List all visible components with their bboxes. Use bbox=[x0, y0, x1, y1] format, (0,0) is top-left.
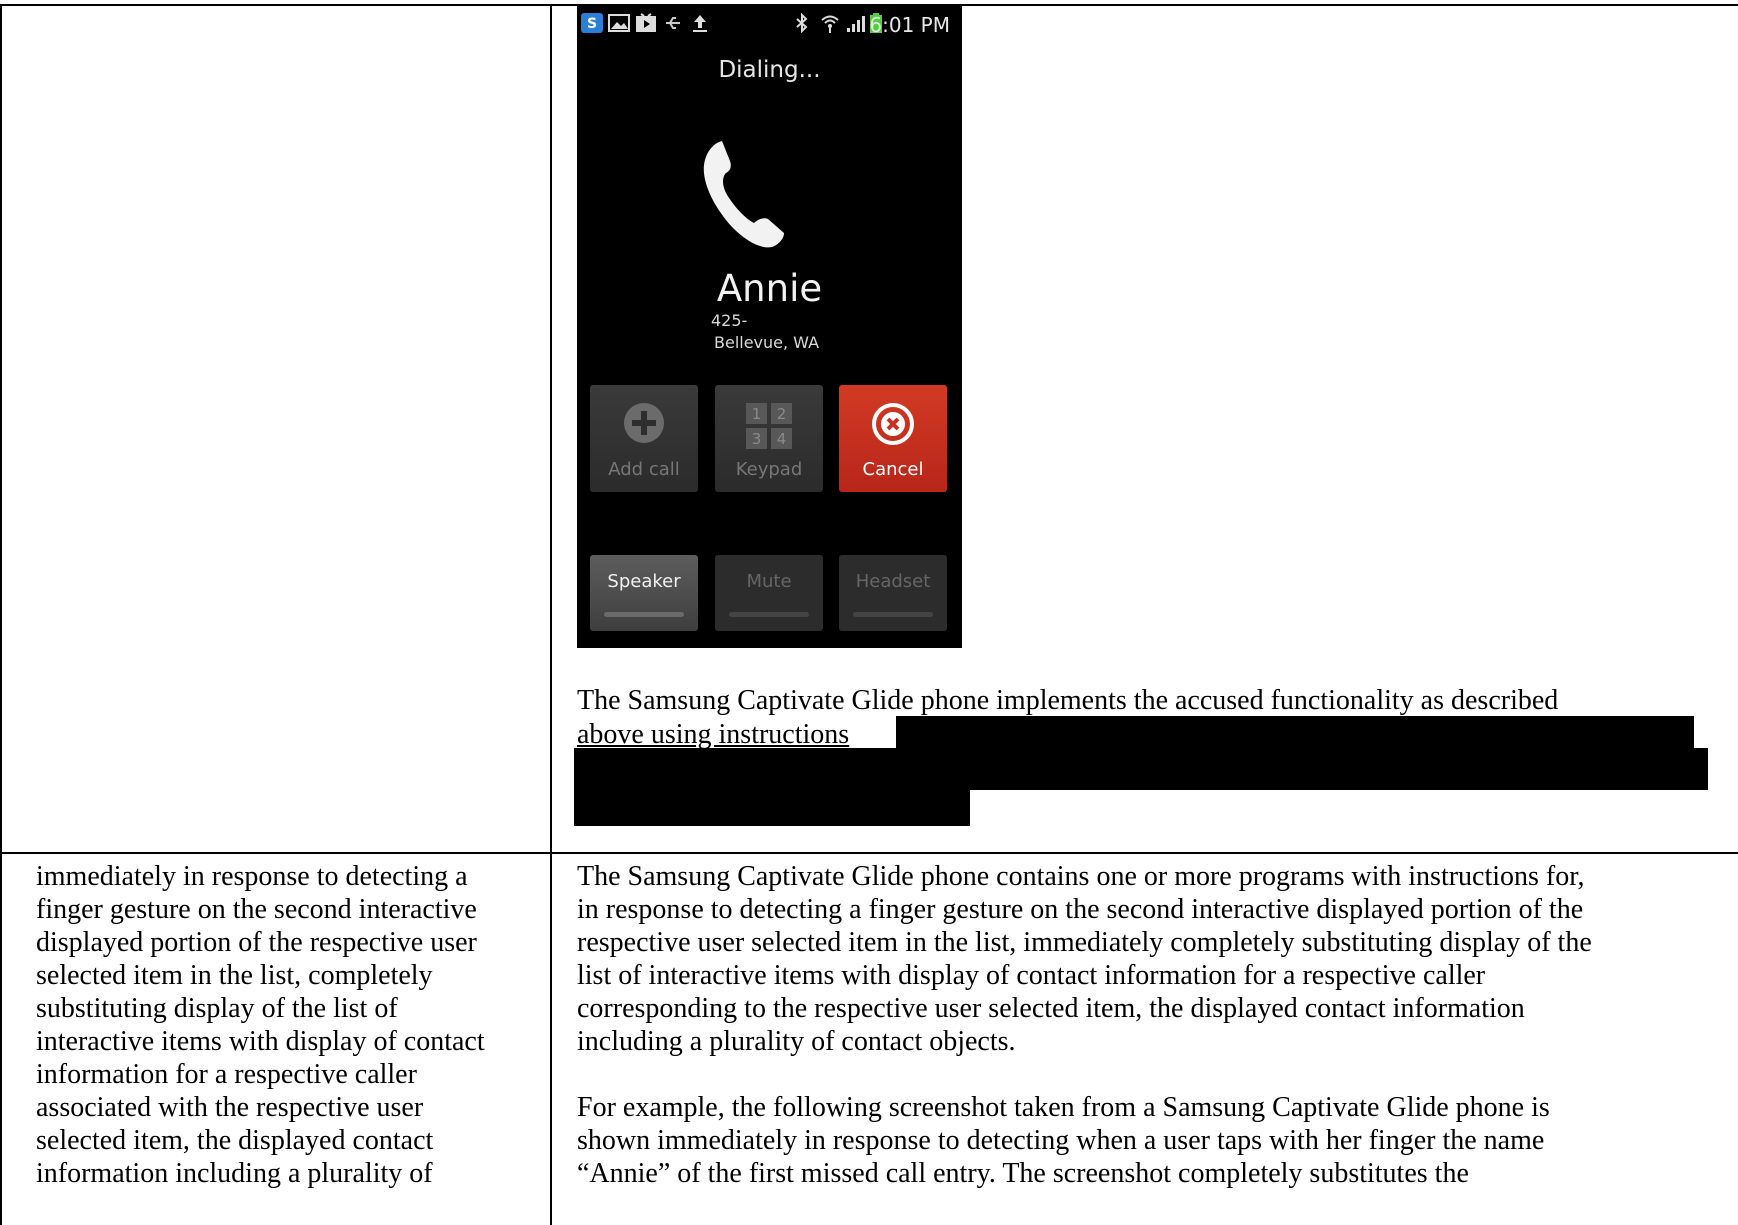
keypad-digit: 1 bbox=[752, 405, 762, 423]
explanation-line: “Annie” of the first missed call entry. … bbox=[577, 1158, 1469, 1189]
gallery-icon bbox=[608, 14, 630, 32]
add-icon bbox=[624, 403, 664, 443]
bluetooth-icon bbox=[796, 13, 808, 33]
explanation-line: including a plurality of contact objects… bbox=[577, 1026, 1016, 1057]
explanation-line: shown immediately in response to detecti… bbox=[577, 1125, 1545, 1156]
wifi-icon bbox=[821, 15, 839, 33]
keypad-button[interactable]: 1 2 3 4 Keypad bbox=[715, 385, 823, 492]
claim-line: immediately in response to detecting a bbox=[36, 861, 468, 892]
claim-line: substituting display of the list of bbox=[36, 993, 398, 1024]
add-call-button[interactable]: Add call bbox=[590, 385, 698, 492]
claim-line: interactive items with display of contac… bbox=[36, 1026, 485, 1057]
row-divider bbox=[0, 852, 1738, 854]
explanation-line: in response to detecting a finger gestur… bbox=[577, 894, 1584, 925]
claim-text: immediately in response to detecting a f… bbox=[36, 860, 485, 1190]
mute-indicator bbox=[729, 612, 809, 617]
caller-number: 425- bbox=[711, 311, 748, 330]
description-line: The Samsung Captivate Glide phone implem… bbox=[577, 685, 1559, 716]
mute-label: Mute bbox=[746, 571, 792, 592]
upload-icon bbox=[693, 15, 707, 32]
caller-name: Annie bbox=[716, 267, 823, 310]
claim-line: selected item in the list, completely bbox=[36, 960, 433, 991]
keypad-digit: 2 bbox=[777, 405, 787, 423]
keypad-digit: 3 bbox=[752, 430, 762, 448]
speaker-toggle[interactable]: Speaker bbox=[590, 555, 698, 631]
infringement-explanation: The Samsung Captivate Glide phone contai… bbox=[577, 860, 1592, 1190]
table-border-left bbox=[0, 4, 2, 1225]
close-circle-icon bbox=[872, 403, 914, 445]
explanation-line: respective user selected item in the lis… bbox=[577, 927, 1592, 958]
claim-line: displayed portion of the respective user bbox=[36, 927, 477, 958]
svg-text:S: S bbox=[587, 16, 597, 32]
claim-line: selected item, the displayed contact bbox=[36, 1125, 434, 1156]
caller-location: Bellevue, WA bbox=[714, 333, 820, 352]
explanation-line: For example, the following screenshot ta… bbox=[577, 1092, 1550, 1123]
status-time: 6:01 PM bbox=[869, 13, 950, 37]
claim-line: information for a respective caller bbox=[36, 1059, 417, 1090]
headset-toggle[interactable]: Headset bbox=[839, 555, 947, 631]
speaker-label: Speaker bbox=[607, 571, 681, 592]
play-store-icon bbox=[636, 13, 656, 32]
cancel-call-button[interactable]: Cancel bbox=[839, 385, 947, 492]
description-line: above using instructions bbox=[577, 719, 850, 750]
column-divider bbox=[550, 4, 552, 1225]
claim-line: finger gesture on the second interactive bbox=[36, 894, 477, 925]
headset-label: Headset bbox=[855, 571, 931, 592]
signal-icon bbox=[847, 16, 865, 32]
phone-screenshot: S 6:01 PM Dialing... Annie 425- Bellevue… bbox=[577, 5, 962, 648]
keypad-label: Keypad bbox=[735, 459, 803, 480]
claim-line: associated with the respective user bbox=[36, 1092, 424, 1123]
call-state-label: Dialing... bbox=[718, 57, 821, 83]
redaction-block bbox=[574, 786, 970, 826]
keypad-digit: 4 bbox=[777, 430, 787, 448]
usb-icon bbox=[666, 17, 680, 29]
phone-handset-icon bbox=[703, 141, 784, 248]
status-bar: S 6:01 PM bbox=[577, 5, 962, 43]
explanation-line: list of interactive items with display o… bbox=[577, 960, 1486, 991]
redaction-block bbox=[574, 748, 1708, 790]
explanation-line: corresponding to the respective user sel… bbox=[577, 993, 1525, 1024]
add-call-label: Add call bbox=[608, 459, 680, 480]
skype-icon: S bbox=[581, 13, 603, 33]
explanation-line: The Samsung Captivate Glide phone contai… bbox=[577, 861, 1585, 892]
headset-indicator bbox=[853, 612, 933, 617]
cancel-label: Cancel bbox=[862, 459, 924, 480]
claim-line: information including a plurality of bbox=[36, 1158, 433, 1189]
speaker-indicator bbox=[604, 612, 684, 617]
keypad-icon: 1 2 3 4 bbox=[746, 403, 792, 449]
redaction-block bbox=[896, 716, 1694, 750]
mute-toggle[interactable]: Mute bbox=[715, 555, 823, 631]
